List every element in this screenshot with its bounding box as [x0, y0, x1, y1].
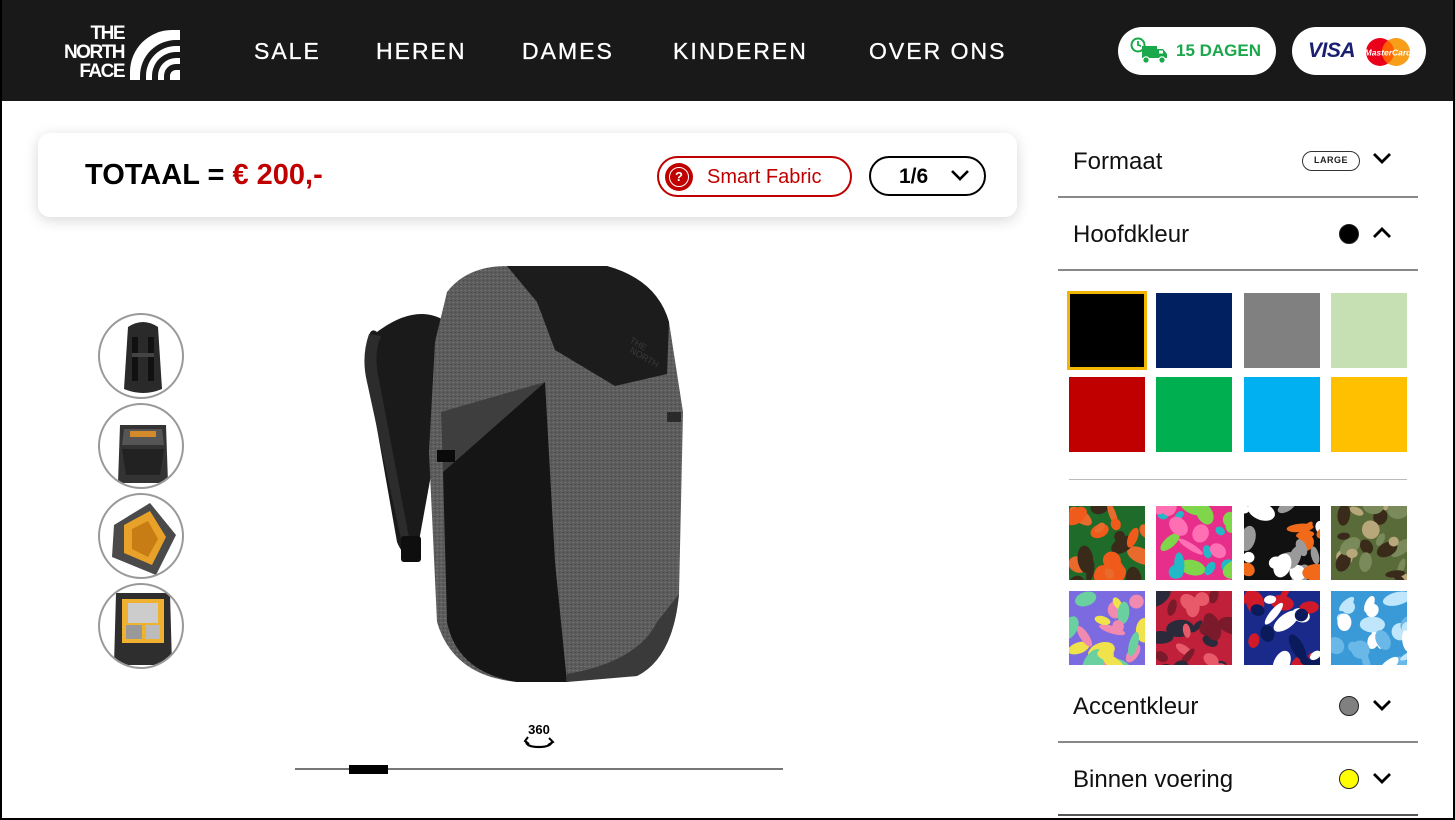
color-swatch-1[interactable]	[1067, 291, 1147, 370]
view-page-value: 1/6	[899, 165, 929, 188]
chevron-down-icon	[1373, 153, 1391, 164]
color-swatch-7[interactable]	[1244, 377, 1320, 452]
backpack-product-image: THE NORTH	[364, 266, 683, 682]
color-swatch-3[interactable]	[1244, 293, 1320, 368]
pattern-swatch-pink-camo[interactable]	[1156, 506, 1232, 580]
hoofdkleur-label: Hoofdkleur	[1073, 221, 1190, 248]
backpack-laptop-icon	[114, 593, 172, 665]
accentkleur-label: Accentkleur	[1073, 693, 1199, 720]
chevron-down-icon	[951, 170, 969, 181]
hoofdkleur-color-dot	[1339, 224, 1359, 244]
color-swatch-6[interactable]	[1156, 377, 1232, 452]
view-page-select[interactable]: 1/6	[869, 156, 986, 196]
total-text: TOTAAL =	[85, 159, 233, 191]
thumbnail-open-top-view[interactable]	[98, 403, 184, 489]
pattern-swatch-red-camo[interactable]	[1156, 591, 1232, 665]
total-price: € 200,-	[232, 159, 323, 191]
visa-logo: VISA	[1308, 39, 1356, 62]
color-swatch-5[interactable]	[1069, 377, 1145, 452]
mastercard-text: MasterCard	[1365, 48, 1412, 58]
nav-item-heren[interactable]: HEREN	[376, 38, 467, 65]
delivery-truck-icon	[1130, 37, 1167, 64]
backpack-open-icon	[118, 425, 168, 483]
rotate-360-icon[interactable]: 360	[520, 722, 558, 752]
help-icon: ?	[665, 163, 693, 191]
pattern-swatch-blue-camo[interactable]	[1331, 591, 1407, 665]
half-dome-icon	[130, 30, 180, 80]
binnen-voering-color-dot	[1339, 769, 1359, 789]
nav-item-over-ons[interactable]: OVER ONS	[869, 38, 1006, 65]
brand-logo[interactable]: THE NORTH FACE	[54, 24, 184, 84]
rotation-slider-handle[interactable]	[349, 765, 388, 774]
page: THE NORTH FACE SALE HEREN DAMES KINDEREN…	[0, 0, 1455, 820]
chevron-up-icon	[1373, 227, 1391, 238]
site-header: THE NORTH FACE SALE HEREN DAMES KINDEREN…	[2, 0, 1453, 101]
total-bar: TOTAAL = € 200,- ? Smart Fabric 1/6	[38, 133, 1017, 217]
smart-fabric-label: Smart Fabric	[707, 166, 822, 188]
accentkleur-color-dot	[1339, 696, 1359, 716]
swatch-divider	[1069, 479, 1407, 480]
option-hoofdkleur[interactable]: Hoofdkleur	[1058, 199, 1418, 271]
nav-item-sale[interactable]: SALE	[254, 38, 321, 65]
option-accentkleur[interactable]: Accentkleur	[1058, 671, 1418, 743]
pattern-swatch-urban-camo[interactable]	[1244, 506, 1320, 580]
smart-fabric-button[interactable]: ? Smart Fabric	[657, 156, 852, 197]
color-swatch-2[interactable]	[1156, 293, 1232, 368]
nav-item-dames[interactable]: DAMES	[522, 38, 614, 65]
logo-wordmark: THE NORTH FACE	[63, 23, 126, 82]
color-swatch-8[interactable]	[1331, 377, 1407, 452]
delivery-badge: 15 DAGEN	[1118, 27, 1276, 75]
formaat-label: Formaat	[1073, 148, 1163, 175]
chevron-down-icon	[1373, 700, 1391, 711]
total-label: TOTAAL = € 200,-	[85, 159, 323, 192]
color-swatch-4[interactable]	[1331, 293, 1407, 368]
pattern-swatch-woodland-camo[interactable]	[1331, 506, 1407, 580]
pattern-swatch-orange-camo[interactable]	[1069, 506, 1145, 580]
size-badge: LARGE	[1302, 151, 1360, 171]
option-formaat[interactable]: Formaat LARGE	[1058, 126, 1418, 198]
rotate-arrow-icon	[523, 736, 555, 749]
backpack-interior-icon	[112, 503, 176, 575]
mastercard-logo: MasterCard	[1365, 38, 1412, 66]
payment-badge: VISA MasterCard	[1292, 27, 1426, 75]
backpack-back-icon	[124, 322, 162, 393]
option-binnen-voering[interactable]: Binnen voering	[1058, 744, 1418, 816]
chevron-down-icon	[1373, 773, 1391, 784]
binnen-voering-label: Binnen voering	[1073, 766, 1234, 793]
thumbnail-side-open-view[interactable]	[98, 493, 184, 579]
pattern-swatch-pastel-camo[interactable]	[1069, 591, 1145, 665]
delivery-days-text: 15 DAGEN	[1176, 41, 1262, 60]
thumbnail-back-view[interactable]	[98, 313, 184, 399]
thumbnail-interior-view[interactable]	[98, 583, 184, 669]
pattern-swatch-flag-camo[interactable]	[1244, 591, 1320, 665]
nav-item-kinderen[interactable]: KINDEREN	[673, 38, 808, 65]
